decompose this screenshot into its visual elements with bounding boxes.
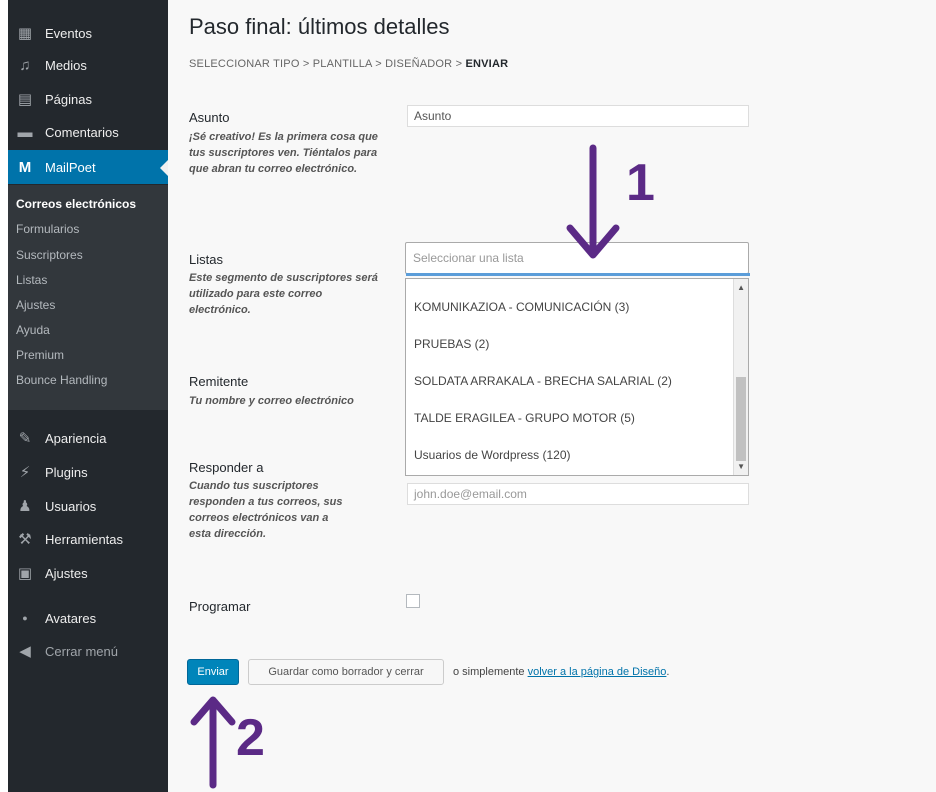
sender-help: Tu nombre y correo electrónico bbox=[189, 395, 354, 407]
scroll-up-icon[interactable]: ▲ bbox=[737, 283, 745, 292]
sender-label: Remitente bbox=[189, 374, 249, 389]
mailpoet-icon: M bbox=[18, 158, 32, 176]
tools-icon: ⚒ bbox=[18, 531, 32, 548]
submenu-formularios[interactable]: Formularios bbox=[16, 222, 79, 236]
submenu-correos[interactable]: Correos electrónicos bbox=[16, 197, 136, 211]
back-to-design-link[interactable]: volver a la página de Diseño bbox=[528, 666, 667, 678]
menu-item-apariencia[interactable]: ✎ Apariencia bbox=[8, 423, 168, 453]
submenu-premium[interactable]: Premium bbox=[16, 348, 64, 362]
submenu-bounce[interactable]: Bounce Handling bbox=[16, 373, 107, 387]
menu-item-eventos[interactable]: ▦ Eventos bbox=[8, 18, 168, 48]
lists-help: Este segmento de suscriptores será utili… bbox=[189, 272, 378, 316]
list-option[interactable]: KOMUNIKAZIOA - COMUNICACIÓN (3) bbox=[414, 300, 629, 314]
submenu-ayuda[interactable]: Ayuda bbox=[16, 323, 50, 337]
brush-icon: ✎ bbox=[18, 430, 32, 447]
users-icon: ♟ bbox=[18, 498, 32, 515]
annotation-number-1: 1 bbox=[626, 154, 655, 212]
active-indicator bbox=[160, 160, 168, 176]
menu-item-usuarios[interactable]: ♟ Usuarios bbox=[8, 491, 168, 521]
annotation-arrow-1: 1 bbox=[566, 144, 655, 259]
menu-item-paginas[interactable]: ▤ Páginas bbox=[8, 84, 168, 114]
lists-label: Listas bbox=[189, 252, 223, 267]
schedule-label: Programar bbox=[189, 599, 251, 614]
subject-label: Asunto bbox=[189, 110, 230, 125]
menu-item-avatares[interactable]: ● Avatares bbox=[8, 603, 168, 633]
send-button[interactable]: Enviar bbox=[187, 659, 239, 685]
comments-icon: ▬ bbox=[17, 123, 33, 141]
or-text: o simplemente bbox=[453, 666, 528, 678]
subject-input[interactable]: Asunto bbox=[407, 105, 749, 127]
lists-placeholder: Seleccionar una lista bbox=[413, 251, 524, 265]
scroll-down-icon[interactable]: ▼ bbox=[737, 462, 745, 471]
annotation-arrow-2: 2 bbox=[190, 696, 265, 789]
avatar-icon: ● bbox=[22, 613, 28, 623]
lists-dropdown: KOMUNIKAZIOA - COMUNICACIÓN (3) PRUEBAS … bbox=[405, 278, 749, 476]
list-option[interactable]: SOLDATA ARRAKALA - BRECHA SALARIAL (2) bbox=[414, 374, 672, 388]
breadcrumb-steps[interactable]: SELECCIONAR TIPO > PLANTILLA > DISEÑADOR… bbox=[189, 58, 465, 70]
reply-to-help: Cuando tus suscriptores responden a tus … bbox=[189, 480, 343, 540]
menu-item-cerrar[interactable]: ◀ Cerrar menú bbox=[8, 636, 168, 666]
alt-action-text: o simplemente volver a la página de Dise… bbox=[453, 666, 669, 678]
menu-item-ajustes[interactable]: ▣ Ajustes bbox=[8, 558, 168, 588]
screenshot-frame: ▦ Eventos ♫ Medios ▤ Páginas ▬ Comentari… bbox=[0, 0, 936, 792]
menu-item-plugins[interactable]: ⚡ Plugins bbox=[8, 457, 168, 487]
reply-to-email-placeholder: john.doe@email.com bbox=[414, 487, 527, 501]
menu-item-mailpoet[interactable]: M MailPoet bbox=[8, 150, 168, 184]
reply-to-email-input[interactable]: john.doe@email.com bbox=[407, 483, 749, 505]
schedule-checkbox[interactable] bbox=[406, 594, 420, 608]
menu-item-medios[interactable]: ♫ Medios bbox=[8, 50, 168, 80]
main-content: Paso final: últimos detalles SELECCIONAR… bbox=[168, 0, 936, 792]
media-icon: ♫ bbox=[19, 56, 31, 74]
save-draft-button[interactable]: Guardar como borrador y cerrar bbox=[248, 659, 444, 685]
plugin-icon: ⚡ bbox=[19, 464, 31, 481]
subject-input-value: Asunto bbox=[414, 109, 452, 123]
page-title: Paso final: últimos detalles bbox=[189, 14, 450, 39]
mailpoet-submenu: Correos electrónicos Formularios Suscrip… bbox=[8, 185, 168, 410]
admin-sidebar: ▦ Eventos ♫ Medios ▤ Páginas ▬ Comentari… bbox=[8, 0, 168, 792]
submenu-ajustes[interactable]: Ajustes bbox=[16, 298, 55, 312]
submenu-suscriptores[interactable]: Suscriptores bbox=[16, 248, 83, 262]
focus-bar bbox=[406, 273, 750, 276]
scroll-thumb[interactable] bbox=[736, 377, 746, 461]
list-option[interactable]: PRUEBAS (2) bbox=[414, 337, 489, 351]
breadcrumb-current: ENVIAR bbox=[465, 58, 509, 70]
period: . bbox=[666, 666, 670, 678]
menu-item-comentarios[interactable]: ▬ Comentarios bbox=[8, 117, 168, 147]
list-option[interactable]: TALDE ERAGILEA - GRUPO MOTOR (5) bbox=[414, 411, 635, 425]
subject-help: ¡Sé creativo! Es la primera cosa que tus… bbox=[189, 131, 378, 175]
dropdown-scrollbar[interactable]: ▲ ▼ bbox=[733, 279, 748, 475]
pages-icon: ▤ bbox=[17, 91, 33, 108]
list-option[interactable]: Usuarios de Wordpress (120) bbox=[414, 448, 571, 462]
submenu-listas[interactable]: Listas bbox=[16, 273, 47, 287]
breadcrumb: SELECCIONAR TIPO > PLANTILLA > DISEÑADOR… bbox=[189, 58, 508, 70]
calendar-icon: ▦ bbox=[17, 25, 33, 42]
annotation-number-2: 2 bbox=[236, 709, 265, 767]
collapse-icon: ◀ bbox=[19, 643, 31, 660]
reply-to-label: Responder a bbox=[189, 460, 264, 475]
menu-item-herramientas[interactable]: ⚒ Herramientas bbox=[8, 524, 168, 554]
settings-icon: ▣ bbox=[17, 565, 33, 582]
